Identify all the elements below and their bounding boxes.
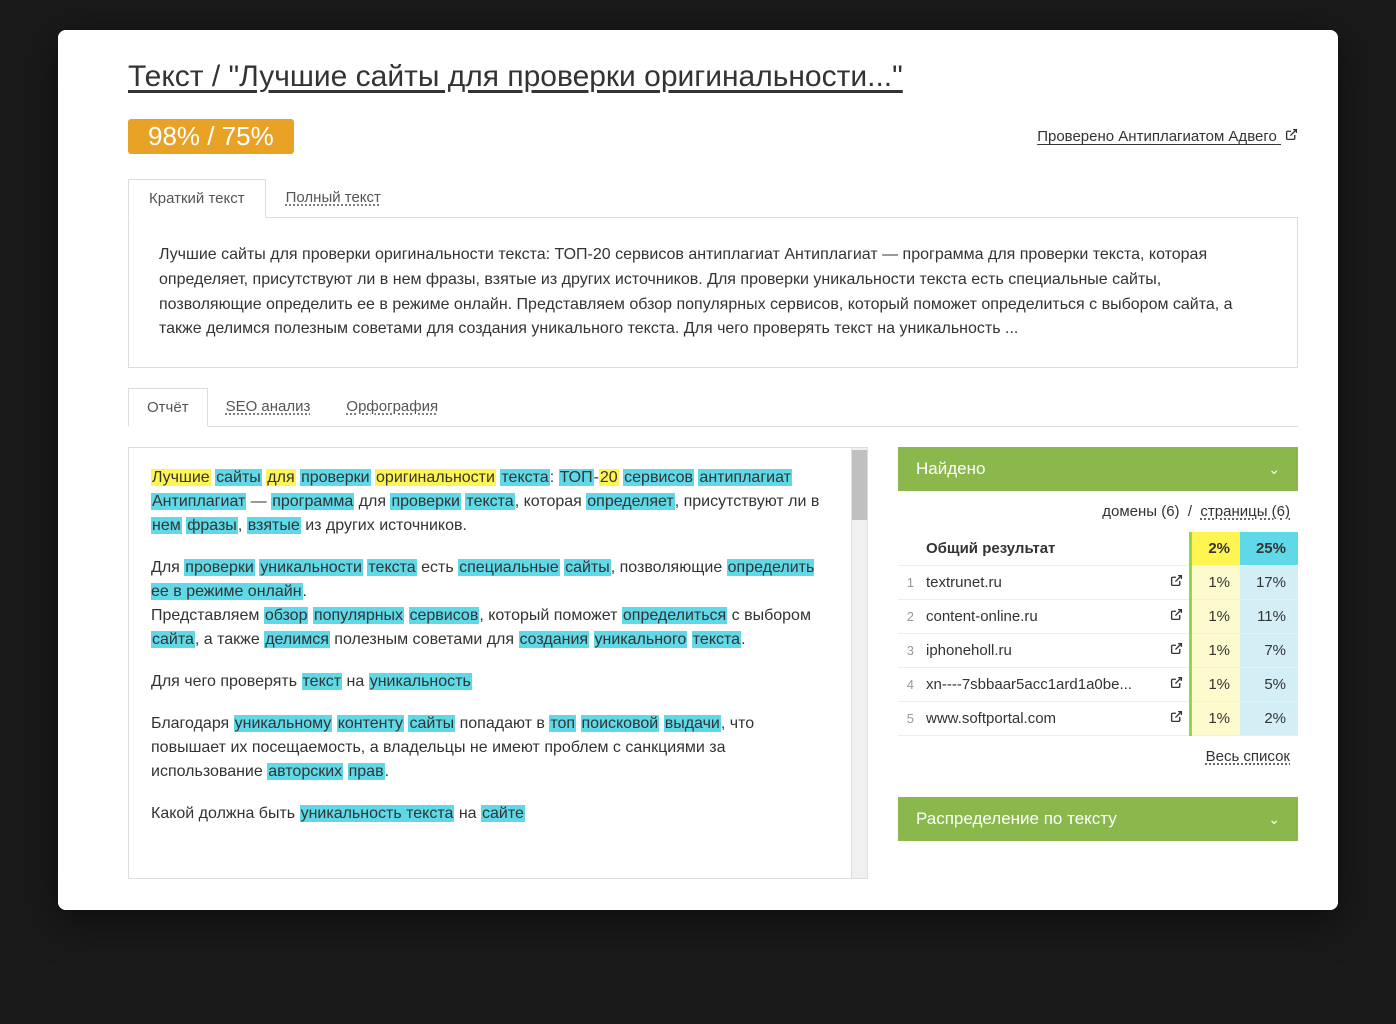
row-pct2: 5% xyxy=(1240,668,1298,702)
tab-report[interactable]: Отчёт xyxy=(128,388,208,427)
row-pct2: 17% xyxy=(1240,566,1298,600)
window: Текст / "Лучшие сайты для проверки ориги… xyxy=(58,30,1338,910)
short-text-panel: Лучшие сайты для проверки оригинальности… xyxy=(128,217,1298,368)
chevron-down-icon: ⌄ xyxy=(1268,811,1280,828)
table-row[interactable]: 1textrunet.ru 1%17% xyxy=(898,566,1298,600)
table-row[interactable]: 3iphoneholl.ru 1%7% xyxy=(898,634,1298,668)
report-tabs: Отчёт SEO анализ Орфография xyxy=(128,388,1298,426)
table-row[interactable]: 5www.softportal.com 1%2% xyxy=(898,702,1298,736)
row-domain: xn----7sbbaar5acc1ard1a0be... xyxy=(920,668,1164,702)
row-pct2: 7% xyxy=(1240,634,1298,668)
checked-by-link[interactable]: Проверено Антиплагиатом Адвего xyxy=(1037,128,1298,146)
distribution-panel-title: Распределение по тексту xyxy=(916,809,1117,829)
report-text: Лучшие сайты для проверки оригинальности… xyxy=(129,448,851,878)
row-index: 2 xyxy=(898,600,920,634)
page-title[interactable]: Текст / "Лучшие сайты для проверки ориги… xyxy=(128,60,903,94)
tab-full-text[interactable]: Полный текст xyxy=(266,179,401,217)
tab-short-text[interactable]: Краткий текст xyxy=(128,179,266,218)
row-pct1: 1% xyxy=(1190,668,1240,702)
external-link-icon[interactable] xyxy=(1164,600,1191,634)
results-header-pct2: 25% xyxy=(1240,532,1298,566)
score-badge: 98% / 75% xyxy=(128,119,294,154)
domains-pages-toggle: домены (6) / страницы (6) xyxy=(898,491,1298,532)
checked-by-label: Проверено Антиплагиатом Адвего xyxy=(1037,128,1277,145)
pages-link[interactable]: страницы (6) xyxy=(1200,503,1290,520)
row-pct2: 11% xyxy=(1240,600,1298,634)
row-pct1: 1% xyxy=(1190,566,1240,600)
row-pct1: 1% xyxy=(1190,600,1240,634)
tab-spelling[interactable]: Орфография xyxy=(328,388,456,426)
row-pct1: 1% xyxy=(1190,634,1240,668)
results-header-row[interactable]: Общий результат 2% 25% xyxy=(898,532,1298,566)
full-list-link[interactable]: Весь список xyxy=(1206,748,1290,765)
sidebar: Найдено ⌄ домены (6) / страницы (6) Общи… xyxy=(898,447,1298,879)
distribution-panel-header[interactable]: Распределение по тексту ⌄ xyxy=(898,797,1298,841)
results-header-pct1: 2% xyxy=(1190,532,1240,566)
table-row[interactable]: 4xn----7sbbaar5acc1ard1a0be... 1%5% xyxy=(898,668,1298,702)
scrollbar-thumb[interactable] xyxy=(852,450,867,520)
external-link-icon xyxy=(1285,128,1298,145)
report-text-wrap: Лучшие сайты для проверки оригинальности… xyxy=(128,447,868,879)
found-panel-title: Найдено xyxy=(916,459,985,479)
scrollbar-track[interactable] xyxy=(851,448,867,878)
text-tabs: Краткий текст Полный текст xyxy=(128,179,1298,217)
row-domain: content-online.ru xyxy=(920,600,1164,634)
row-pct1: 1% xyxy=(1190,702,1240,736)
results-header-label: Общий результат xyxy=(926,540,1055,557)
domains-label: домены (6) xyxy=(1102,503,1179,520)
row-domain: textrunet.ru xyxy=(920,566,1164,600)
found-panel-header[interactable]: Найдено ⌄ xyxy=(898,447,1298,491)
row-index: 4 xyxy=(898,668,920,702)
external-link-icon[interactable] xyxy=(1164,634,1191,668)
row-index: 3 xyxy=(898,634,920,668)
external-link-icon[interactable] xyxy=(1164,668,1191,702)
row-domain: www.softportal.com xyxy=(920,702,1164,736)
row-domain: iphoneholl.ru xyxy=(920,634,1164,668)
row-pct2: 2% xyxy=(1240,702,1298,736)
row-index: 5 xyxy=(898,702,920,736)
external-link-icon[interactable] xyxy=(1164,702,1191,736)
chevron-down-icon: ⌄ xyxy=(1268,461,1280,478)
row-index: 1 xyxy=(898,566,920,600)
report-body: Лучшие сайты для проверки оригинальности… xyxy=(128,426,1298,879)
results-table: Общий результат 2% 25% 1textrunet.ru1%17… xyxy=(898,532,1298,736)
table-row[interactable]: 2content-online.ru 1%11% xyxy=(898,600,1298,634)
external-link-icon[interactable] xyxy=(1164,566,1191,600)
tab-seo[interactable]: SEO анализ xyxy=(208,388,329,426)
